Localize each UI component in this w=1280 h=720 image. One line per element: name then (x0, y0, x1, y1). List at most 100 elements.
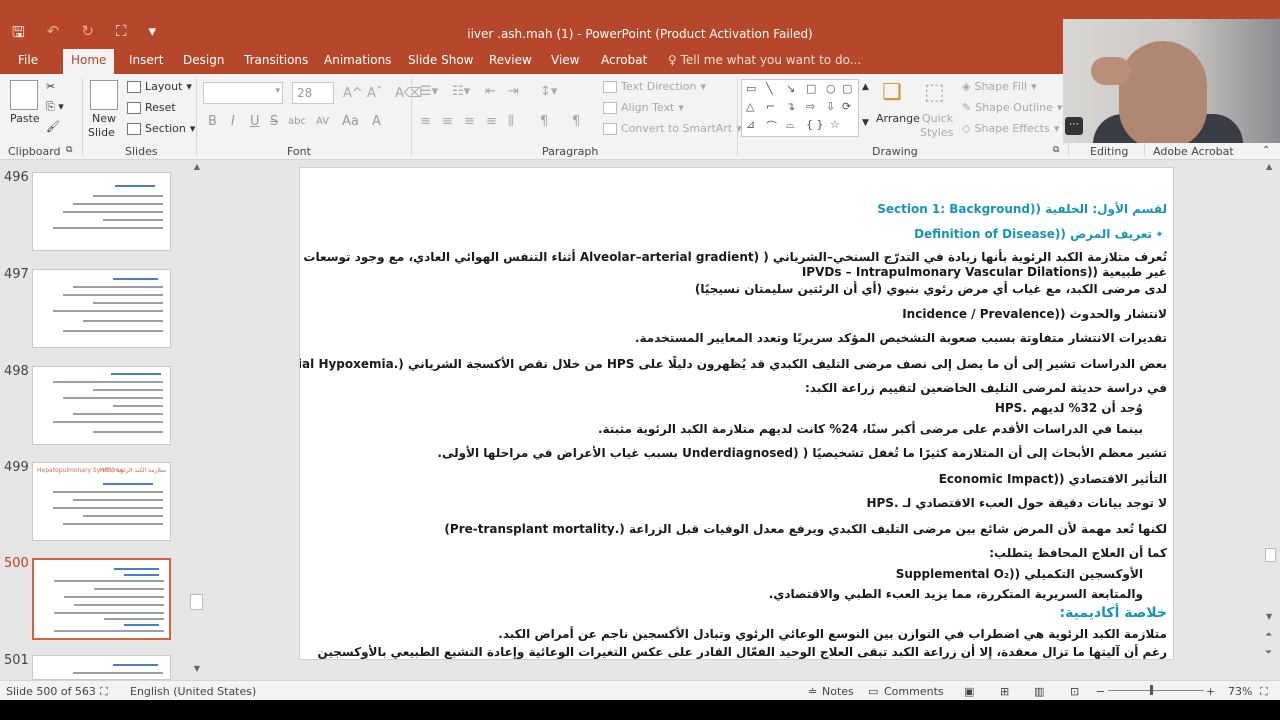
columns-icon[interactable]: ⫼ (508, 114, 514, 129)
bold-button[interactable]: B (208, 114, 217, 129)
line-spacing-icon[interactable]: ↕▾ (540, 84, 557, 99)
decrease-indent-icon[interactable]: ⇤ (485, 84, 496, 99)
slide-text-line[interactable]: خلاصة أكاديمية: (1060, 605, 1167, 621)
language-indicator[interactable]: English (United States) (130, 685, 256, 698)
reset-button[interactable]: Reset (127, 101, 176, 114)
rtl-icon[interactable]: ¶ (540, 114, 548, 129)
reading-view-icon[interactable]: ▥ (1034, 685, 1044, 698)
tab-home[interactable]: Home (63, 49, 115, 74)
align-center-icon[interactable]: ≡ (442, 114, 453, 129)
slide-text-line[interactable]: الأوكسجين التكميلي ((Supplemental O₂ (896, 567, 1143, 581)
ltr-icon[interactable]: ¶ (572, 114, 580, 129)
change-case-button[interactable]: Aa (342, 114, 359, 129)
slide-thumbnail[interactable] (32, 172, 171, 251)
align-left-icon[interactable]: ≡ (420, 114, 431, 129)
slide-text-line[interactable]: بعض الدراسات تشير إلى أن ما يصل إلى نصف … (300, 357, 1167, 371)
scroll-down-icon[interactable]: ▼ (1266, 612, 1272, 621)
freeform-shape-icon[interactable]: ⟳ (842, 100, 851, 113)
slide-text-line[interactable]: متلازمة الكبد الرئوية هي اضطراب في التوا… (498, 627, 1167, 641)
arc-shape-icon[interactable]: ⌓ (786, 118, 795, 132)
slide-text-line[interactable]: لانتشار والحدوث ((Incidence / Prevalence (902, 307, 1167, 321)
copy-icon[interactable]: ⎘ ▾ (46, 100, 64, 114)
normal-view-icon[interactable]: ▣ (964, 685, 974, 698)
paste-button[interactable]: Paste (10, 112, 40, 125)
tab-file[interactable]: File (18, 53, 38, 67)
curve-shape-icon[interactable]: ⌒ (766, 118, 777, 134)
numbering-icon[interactable]: ☷▾ (452, 84, 470, 99)
arrow-shape-icon[interactable]: ↘ (786, 82, 795, 95)
shape-effects-button[interactable]: ◇ Shape Effects ▾ (962, 122, 1059, 135)
tab-slide-show[interactable]: Slide Show (408, 53, 473, 67)
zoom-slider[interactable] (1108, 690, 1204, 691)
scroll-down-icon[interactable]: ▼ (191, 664, 203, 678)
quick-styles-button[interactable]: Quick (922, 112, 953, 125)
arrange-icon[interactable]: ❏ (882, 80, 910, 110)
clipboard-launcher-icon[interactable]: ⧉ (66, 145, 72, 155)
align-right-icon[interactable]: ≡ (464, 114, 475, 129)
right-arrow-shape-icon[interactable]: ⇨ (806, 100, 815, 113)
slide-text-line[interactable]: رغم أن آليتها ما تزال معقدة، إلا أن زراع… (318, 645, 1167, 659)
oval-shape-icon[interactable]: ○ (826, 82, 836, 95)
down-arrow-shape-icon[interactable]: ⇩ (826, 100, 835, 113)
tell-me-search[interactable]: ♀ Tell me what you want to do... (668, 53, 861, 67)
slide-text-line[interactable]: لكنها تُعد مهمة لأن المرض شائع بين مرضى … (444, 522, 1167, 536)
zoom-out-button[interactable]: − (1096, 685, 1105, 698)
notes-icon[interactable]: ≐ (808, 685, 817, 698)
slide-text-line[interactable]: تُعرف متلازمة الكبد الرئوية بأنها زيادة … (300, 250, 1167, 264)
slide-text-line[interactable]: كما أن العلاج المحافظ يتطلب: (989, 546, 1167, 560)
star-shape-icon[interactable]: ☆ (830, 118, 840, 131)
line-shape-icon[interactable]: ╲ (766, 82, 773, 95)
shape-outline-button[interactable]: ✎ Shape Outline ▾ (962, 101, 1063, 114)
font-size-input[interactable]: 28 (292, 82, 334, 104)
zoom-in-button[interactable]: + (1206, 685, 1215, 698)
justify-icon[interactable]: ≡ (486, 114, 497, 129)
cut-icon[interactable]: ✂ (46, 80, 55, 93)
shapes-gallery[interactable]: ▭ ╲ ↘ □ ○ ▢ △ ⌐ ↴ ⇨ ⇩ ⟳ ⊿ ⌒ ⌓ { } ☆ (741, 79, 859, 137)
shapes-more-icon[interactable]: ▼ (862, 118, 869, 128)
character-spacing-button[interactable]: AV (316, 116, 329, 127)
textbox-shape-icon[interactable]: ▭ (746, 82, 756, 95)
next-slide-icon[interactable]: ⏷ (1265, 648, 1272, 658)
slide-sorter-icon[interactable]: ⊞ (1000, 685, 1009, 698)
thumbnail-scrollbar[interactable]: ▲ ▼ (190, 160, 204, 680)
connector-shape-icon[interactable]: ⊿ (746, 118, 755, 131)
underline-button[interactable]: U (250, 114, 260, 129)
tab-view[interactable]: View (551, 53, 579, 67)
comments-button[interactable]: Comments (884, 685, 944, 698)
fit-to-window-icon[interactable]: ⛶ (1260, 685, 1268, 699)
quick-styles-icon[interactable]: ⬚ (924, 80, 952, 110)
slide-text-line[interactable]: التأثير الاقتصادي ((Economic Impact (939, 472, 1167, 486)
previous-slide-icon[interactable]: ⏶ (1265, 630, 1272, 640)
tab-transitions[interactable]: Transitions (244, 53, 308, 67)
scroll-thumb[interactable] (1265, 548, 1276, 562)
section-button[interactable]: Section ▾ (127, 122, 195, 135)
shape-fill-button[interactable]: ◈ Shape Fill ▾ (962, 80, 1037, 93)
more-options-icon[interactable]: ⋯ (1065, 117, 1083, 135)
italic-button[interactable]: I (231, 114, 235, 129)
rectangle-shape-icon[interactable]: □ (806, 82, 816, 95)
decrease-font-icon[interactable]: Aˇ (367, 86, 382, 101)
slide-scrollbar[interactable]: ▲ ▼ ⏶ ⏷ (1262, 160, 1280, 680)
brace-shape-icon[interactable]: { } (806, 118, 824, 131)
font-name-input[interactable]: ▾ (203, 82, 283, 104)
shapes-scroll-icon[interactable]: ▲ (862, 82, 869, 92)
new-slide-icon[interactable] (90, 80, 118, 110)
tab-insert[interactable]: Insert (129, 53, 163, 67)
slide-text-line[interactable]: غير طبيعية ((IPVDs – Intrapulmonary Vasc… (802, 265, 1167, 279)
comments-icon[interactable]: ▭ (868, 685, 878, 698)
rounded-rect-shape-icon[interactable]: ▢ (842, 82, 852, 95)
drawing-launcher-icon[interactable]: ⧉ (1053, 145, 1059, 155)
scroll-thumb[interactable] (190, 594, 203, 610)
accessibility-icon[interactable]: ⛶ (100, 685, 108, 699)
collapse-ribbon-icon[interactable]: ⌃ (1262, 145, 1270, 156)
tab-review[interactable]: Review (489, 53, 532, 67)
text-shadow-button[interactable]: abc (288, 116, 306, 127)
clear-formatting-icon[interactable]: A⌫ (395, 86, 422, 101)
new-slide-button[interactable]: New (92, 112, 116, 125)
arrange-button[interactable]: Arrange (876, 112, 920, 125)
notes-button[interactable]: Notes (822, 685, 854, 698)
elbow-connector-icon[interactable]: ⌐ (766, 100, 775, 113)
strikethrough-button[interactable]: S (270, 114, 278, 129)
font-color-icon[interactable]: A (372, 114, 381, 129)
slide-text-line[interactable]: لدى مرضى الكبد، مع غياب أي مرض رئوي بنيو… (695, 282, 1167, 296)
